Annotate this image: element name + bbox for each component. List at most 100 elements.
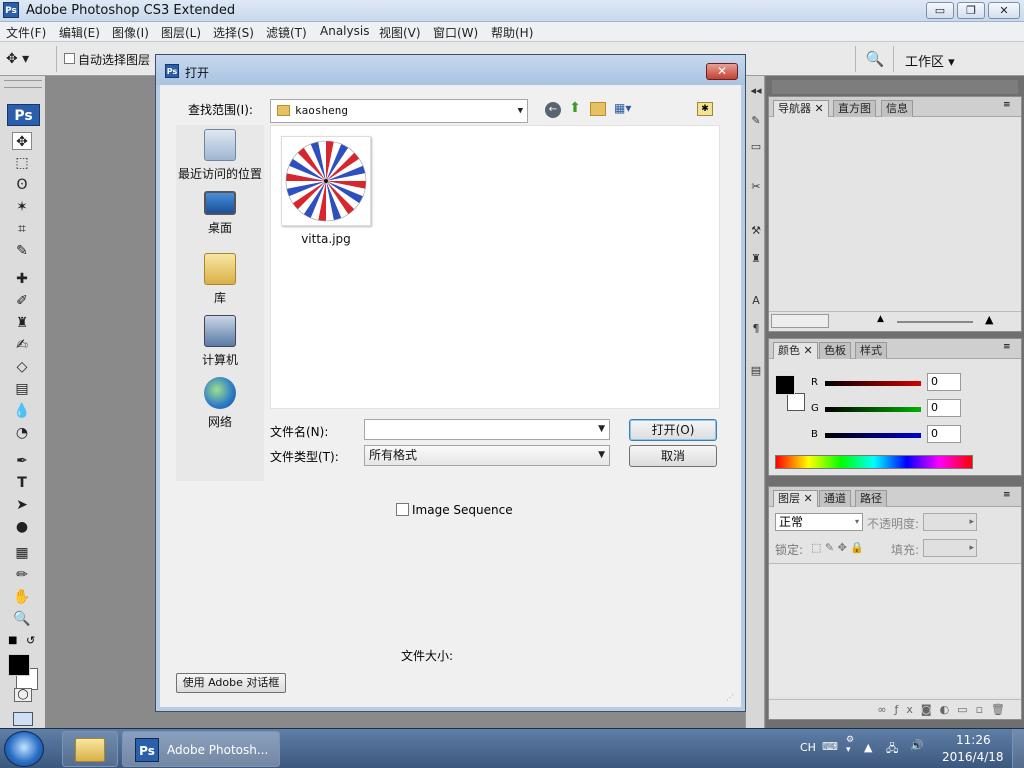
tab-histogram[interactable]: 直方图: [833, 100, 876, 117]
history-panel-icon[interactable]: ✂: [749, 180, 763, 194]
minimize-button[interactable]: ▭: [926, 2, 954, 19]
paragraph-panel-icon[interactable]: ¶: [749, 322, 763, 336]
tab-paths[interactable]: 路径: [855, 490, 887, 507]
taskbar-explorer[interactable]: [62, 731, 118, 767]
tab-styles[interactable]: 样式: [855, 342, 887, 359]
image-sequence-checkbox[interactable]: [396, 503, 409, 516]
resize-grip-icon[interactable]: ⋰: [726, 693, 736, 703]
menu-filter[interactable]: 滤镜(T): [266, 24, 307, 41]
crop-tool-icon[interactable]: ⌗: [12, 220, 32, 238]
type-tool-icon[interactable]: T: [12, 474, 32, 492]
slice-tool-icon[interactable]: ✎: [12, 242, 32, 260]
menu-image[interactable]: 图像(I): [112, 24, 149, 41]
character-panel-icon[interactable]: A: [749, 294, 763, 308]
collapse-dock-icon[interactable]: ◂◂: [749, 84, 763, 98]
place-network[interactable]: 网络: [176, 377, 264, 430]
show-hidden-icons[interactable]: ▲: [864, 741, 872, 754]
menu-file[interactable]: 文件(F): [6, 24, 46, 41]
screen-mode-icon[interactable]: [13, 712, 33, 726]
path-selection-tool-icon[interactable]: ➤: [12, 496, 32, 514]
lock-icons[interactable]: ⬚ ✎ ✥ 🔒: [811, 541, 864, 554]
magic-wand-tool-icon[interactable]: ✶: [12, 198, 32, 216]
history-brush-tool-icon[interactable]: ✍: [12, 336, 32, 354]
place-recent[interactable]: 最近访问的位置: [176, 129, 264, 182]
red-slider[interactable]: [825, 381, 921, 386]
marquee-tool-icon[interactable]: ⬚: [12, 154, 32, 172]
blur-tool-icon[interactable]: 💧: [12, 402, 32, 420]
panel-menu-icon[interactable]: ≡: [1003, 342, 1011, 352]
swap-colors-icon[interactable]: ↺: [26, 635, 38, 646]
filename-input[interactable]: ▼: [364, 419, 610, 440]
use-adobe-dialog-button[interactable]: 使用 Adobe 对话框: [176, 673, 286, 693]
opacity-input[interactable]: ▸: [923, 513, 977, 531]
menu-analysis[interactable]: Analysis: [320, 24, 369, 38]
tab-info[interactable]: 信息: [881, 100, 913, 117]
file-item[interactable]: vitta.jpg: [279, 134, 373, 258]
look-in-select[interactable]: kaosheng ▼: [270, 99, 528, 123]
tab-layers[interactable]: 图层 ✕: [773, 490, 818, 507]
open-button[interactable]: 打开(O): [629, 419, 717, 441]
layer-comps-panel-icon[interactable]: ▤: [749, 364, 763, 378]
ime-options-icon[interactable]: ⚙ ▾: [846, 735, 854, 755]
filetype-select[interactable]: 所有格式 ▼: [364, 445, 610, 466]
pen-tool-icon[interactable]: ✒: [12, 452, 32, 470]
tab-navigator[interactable]: 导航器 ✕: [773, 100, 829, 117]
dialog-close-button[interactable]: ✕: [706, 63, 738, 80]
clone-stamp-tool-icon[interactable]: ♜: [12, 314, 32, 332]
actions-panel-icon[interactable]: ⚒: [749, 224, 763, 238]
move-tool-preset-icon[interactable]: ✥ ▾: [6, 50, 50, 68]
clock-date[interactable]: 2016/4/18: [942, 750, 1004, 764]
dodge-tool-icon[interactable]: ◔: [12, 424, 32, 442]
cancel-button[interactable]: 取消: [629, 445, 717, 467]
brush-tool-icon[interactable]: ✐: [12, 292, 32, 310]
tab-color[interactable]: 颜色 ✕: [773, 342, 818, 359]
menu-layer[interactable]: 图层(L): [161, 24, 201, 41]
photoshop-logo[interactable]: Ps: [7, 104, 40, 126]
back-icon[interactable]: ←: [545, 102, 561, 118]
color-fg-swatch[interactable]: [775, 375, 795, 395]
eyedropper-tool-icon[interactable]: ✏: [12, 566, 32, 584]
quick-mask-icon[interactable]: ◯: [14, 688, 32, 702]
panel-menu-icon[interactable]: ≡: [1003, 100, 1011, 110]
start-button[interactable]: [4, 731, 44, 767]
clone-source-panel-icon[interactable]: ♜: [749, 252, 763, 266]
blue-slider[interactable]: [825, 433, 921, 438]
restore-button[interactable]: ❐: [957, 2, 985, 19]
menu-select[interactable]: 选择(S): [213, 24, 254, 41]
bridge-icon[interactable]: 🔍: [864, 49, 886, 69]
new-folder-icon[interactable]: [590, 102, 606, 116]
place-desktop[interactable]: 桌面: [176, 191, 264, 236]
color-spectrum-bar[interactable]: [775, 455, 973, 469]
close-button[interactable]: ✕: [988, 2, 1020, 19]
place-computer[interactable]: 计算机: [176, 315, 264, 368]
favorites-icon[interactable]: ✱: [697, 102, 713, 116]
volume-icon[interactable]: 🔊: [910, 739, 924, 752]
zoom-tool-icon[interactable]: 🔍: [12, 610, 32, 628]
keyboard-icon[interactable]: ⌨: [822, 740, 838, 753]
lasso-tool-icon[interactable]: ʘ: [12, 176, 32, 194]
foreground-color-swatch[interactable]: [8, 654, 30, 676]
view-menu-icon[interactable]: ▦▾: [614, 101, 640, 117]
move-tool-icon[interactable]: ✥: [12, 132, 32, 150]
notes-tool-icon[interactable]: ▦: [12, 544, 32, 562]
ime-indicator[interactable]: CH: [800, 741, 816, 754]
zoom-input[interactable]: [771, 314, 829, 328]
menu-window[interactable]: 窗口(W): [433, 24, 478, 41]
tab-swatches[interactable]: 色板: [819, 342, 851, 359]
panel-menu-icon[interactable]: ≡: [1003, 490, 1011, 500]
menu-help[interactable]: 帮助(H): [491, 24, 533, 41]
zoom-out-icon[interactable]: ▲: [877, 314, 884, 324]
tool-presets-panel-icon[interactable]: ▭: [749, 140, 763, 154]
green-value[interactable]: 0: [927, 399, 961, 417]
auto-select-checkbox[interactable]: [64, 53, 75, 64]
workspace-menu[interactable]: 工作区 ▾: [905, 51, 955, 70]
blend-mode-select[interactable]: 正常 ▾: [775, 513, 863, 531]
taskbar-photoshop[interactable]: Ps Adobe Photosh...: [122, 731, 280, 767]
brushes-panel-icon[interactable]: ✎: [749, 114, 763, 128]
up-folder-icon[interactable]: ⬆: [567, 100, 583, 118]
hand-tool-icon[interactable]: ✋: [12, 588, 32, 606]
layers-footer-icons[interactable]: ∞ƒx◙◐▭▫🗑: [769, 699, 1021, 719]
fill-input[interactable]: ▸: [923, 539, 977, 557]
network-tray-icon[interactable]: 🖧: [886, 740, 898, 759]
place-libraries[interactable]: 库: [176, 253, 264, 306]
